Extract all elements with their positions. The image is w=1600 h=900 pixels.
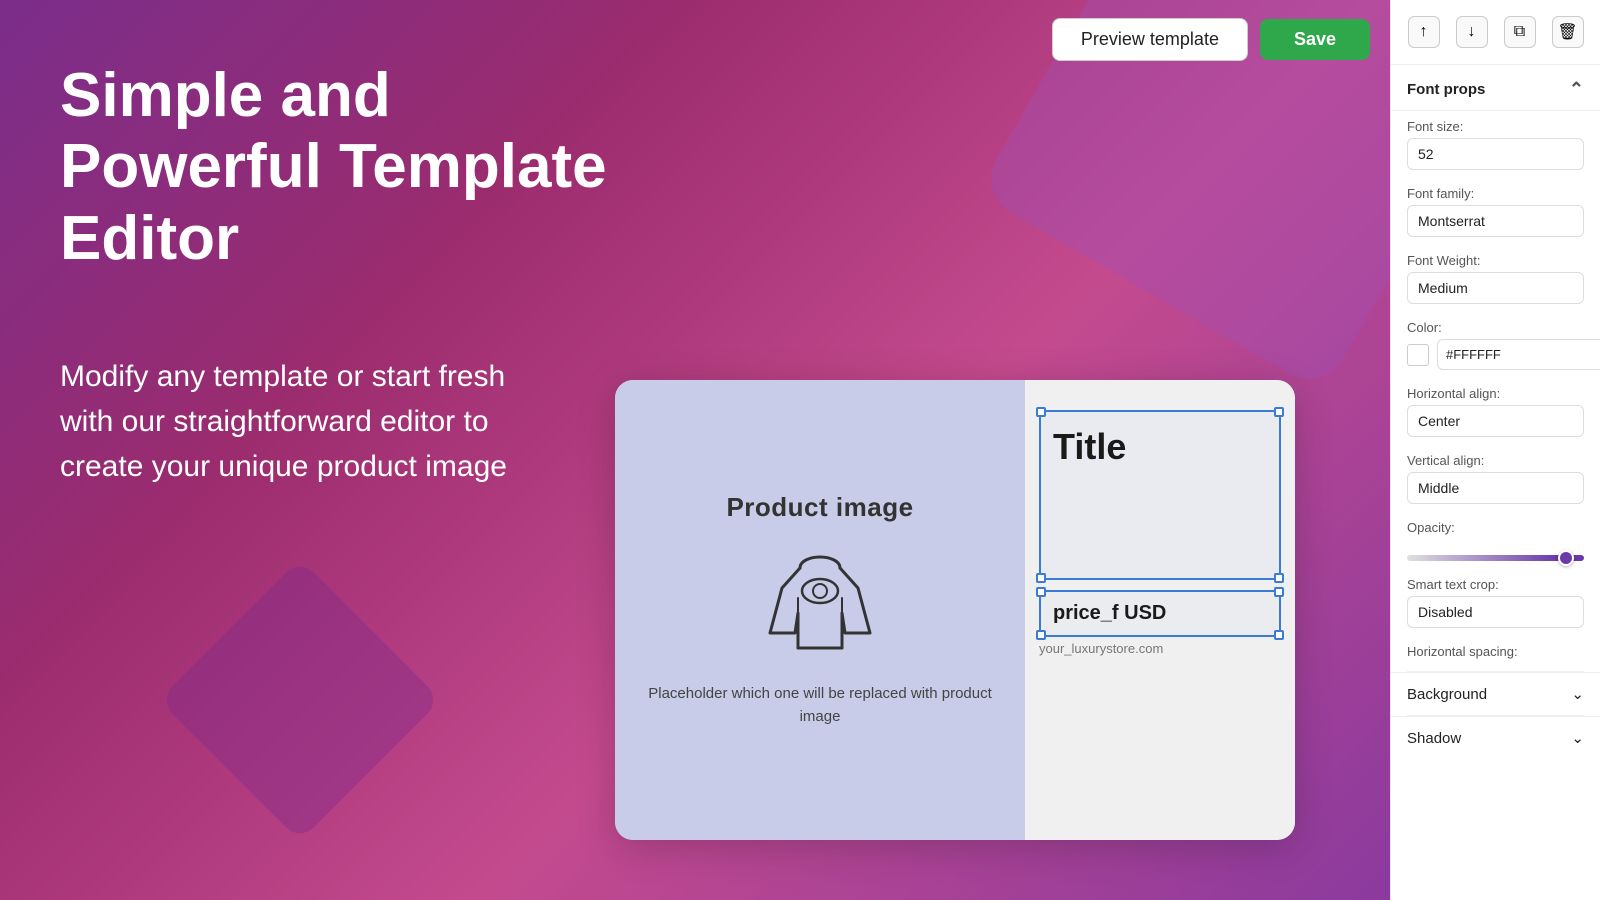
handle-bl[interactable]	[1036, 573, 1046, 583]
panel-toolbar: ↑ ↓ ⧉ 🗑	[1391, 0, 1600, 65]
hero-subtitle: Modify any template or start fresh with …	[60, 354, 540, 489]
font-props-label: Font props	[1407, 81, 1485, 98]
title-text: Title	[1053, 426, 1267, 468]
smart-text-crop-input[interactable]	[1407, 596, 1584, 628]
preview-template-button[interactable]: Preview template	[1052, 18, 1248, 61]
font-weight-input[interactable]	[1407, 272, 1584, 304]
copy-button[interactable]: ⧉	[1504, 16, 1536, 48]
handle-tr[interactable]	[1274, 407, 1284, 417]
opacity-field: Opacity:	[1391, 512, 1600, 547]
watermark-text: your_luxurystore.com	[1025, 641, 1295, 656]
horizontal-align-label: Horizontal align:	[1407, 386, 1584, 401]
opacity-slider[interactable]	[1407, 555, 1584, 561]
smart-text-crop-field: Smart text crop:	[1391, 569, 1600, 636]
font-weight-field: Font Weight:	[1391, 245, 1600, 312]
opacity-thumb[interactable]	[1558, 550, 1574, 566]
horizontal-align-input[interactable]	[1407, 405, 1584, 437]
background-label: Background	[1407, 686, 1487, 703]
move-down-button[interactable]: ↓	[1456, 16, 1488, 48]
price-handle-tl[interactable]	[1036, 587, 1046, 597]
vertical-align-label: Vertical align:	[1407, 453, 1584, 468]
background-section[interactable]: Background ⌄	[1391, 672, 1600, 715]
horizontal-spacing-label: Horizontal spacing:	[1407, 644, 1584, 659]
font-weight-label: Font Weight:	[1407, 253, 1584, 268]
horizontal-spacing-field: Horizontal spacing:	[1391, 636, 1600, 671]
template-canvas[interactable]: Product image Placeholder which one will…	[615, 380, 1295, 840]
color-label: Color:	[1407, 320, 1584, 335]
right-panel: ↑ ↓ ⧉ 🗑 Font props ⌃ Font size: Font fam…	[1390, 0, 1600, 900]
down-icon: ↓	[1468, 23, 1476, 41]
font-size-field: Font size:	[1391, 111, 1600, 178]
font-family-label: Font family:	[1407, 186, 1584, 201]
price-handle-bl[interactable]	[1036, 630, 1046, 640]
font-size-label: Font size:	[1407, 119, 1584, 134]
template-left: Product image Placeholder which one will…	[615, 380, 1025, 840]
toolbar: Preview template Save	[1032, 0, 1390, 79]
color-field: Color:	[1391, 312, 1600, 378]
handle-br[interactable]	[1274, 573, 1284, 583]
price-handle-tr[interactable]	[1274, 587, 1284, 597]
template-right: Title price_f USD your_luxurystore.com	[1025, 380, 1295, 840]
color-row	[1407, 339, 1584, 370]
font-props-chevron[interactable]: ⌃	[1569, 79, 1584, 100]
font-props-header[interactable]: Font props ⌃	[1391, 65, 1600, 111]
move-up-button[interactable]: ↑	[1408, 16, 1440, 48]
smart-text-crop-label: Smart text crop:	[1407, 577, 1584, 592]
opacity-slider-wrapper	[1391, 547, 1600, 569]
hero-title: Simple and Powerful Template Editor	[60, 60, 660, 274]
shadow-label: Shadow	[1407, 730, 1461, 747]
delete-button[interactable]: 🗑	[1552, 16, 1584, 48]
horizontal-align-field: Horizontal align:	[1391, 378, 1600, 445]
background-chevron: ⌄	[1571, 685, 1584, 703]
color-input[interactable]	[1437, 339, 1600, 370]
canvas-wrapper: Product image Placeholder which one will…	[520, 380, 1390, 840]
vertical-align-field: Vertical align:	[1391, 445, 1600, 512]
opacity-label: Opacity:	[1407, 520, 1584, 535]
handle-tl[interactable]	[1036, 407, 1046, 417]
placeholder-text: Placeholder which one will be replaced w…	[645, 683, 995, 728]
vertical-align-input[interactable]	[1407, 472, 1584, 504]
hoodie-icon	[760, 543, 880, 663]
font-family-input[interactable]	[1407, 205, 1584, 237]
main-area: Preview template Save Simple and Powerfu…	[0, 0, 1390, 900]
shadow-section[interactable]: Shadow ⌄	[1391, 716, 1600, 759]
color-swatch[interactable]	[1407, 344, 1429, 366]
title-element[interactable]: Title	[1039, 410, 1281, 580]
shadow-chevron: ⌄	[1571, 729, 1584, 747]
copy-icon: ⧉	[1514, 23, 1525, 41]
font-family-field: Font family:	[1391, 178, 1600, 245]
price-text: price_f USD	[1053, 602, 1267, 625]
delete-icon: 🗑	[1557, 22, 1577, 42]
save-button[interactable]: Save	[1260, 19, 1370, 60]
font-size-input[interactable]	[1407, 138, 1584, 170]
up-icon: ↑	[1420, 23, 1428, 41]
product-image-label: Product image	[726, 492, 913, 523]
price-handle-br[interactable]	[1274, 630, 1284, 640]
price-element[interactable]: price_f USD	[1039, 590, 1281, 637]
